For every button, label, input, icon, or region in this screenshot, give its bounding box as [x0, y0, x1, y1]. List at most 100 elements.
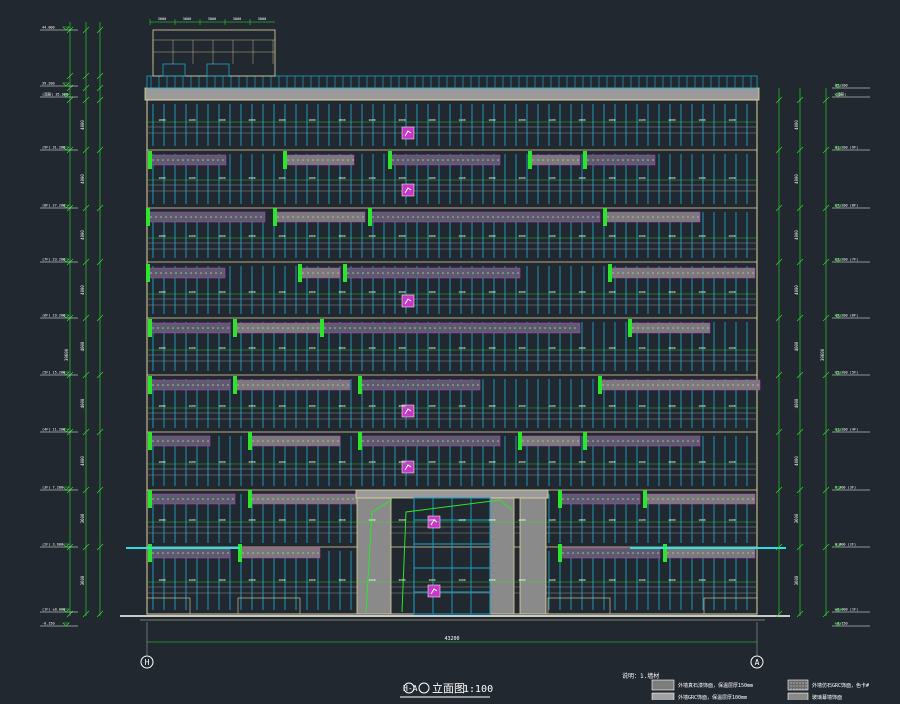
grc-band-dot	[357, 216, 359, 218]
row-dim-text: 1800	[158, 118, 165, 122]
grc-band-dot	[442, 216, 444, 218]
grc-band-dot	[317, 159, 319, 161]
grc-band-dot	[692, 216, 694, 218]
grc-band-dot	[327, 159, 329, 161]
grc-band-dot	[472, 384, 474, 386]
grc-band-dot	[747, 552, 749, 554]
grc-band-dot	[197, 327, 199, 329]
grc-band-dot	[392, 272, 394, 274]
section-marker	[528, 151, 532, 169]
left-elevation-label: 44.000	[42, 26, 55, 30]
section-marker	[298, 264, 302, 282]
grc-band-dot	[329, 327, 331, 329]
legend-dot	[796, 688, 798, 690]
row-dim-text: 1800	[698, 176, 705, 180]
grc-band-dot	[287, 440, 289, 442]
grc-band-dot	[632, 327, 634, 329]
level-triangle-icon	[62, 622, 70, 627]
grc-band-dot	[617, 552, 619, 554]
grc-band-dot	[542, 216, 544, 218]
grc-band-dot	[477, 440, 479, 442]
row-dim-text: 1800	[488, 346, 495, 350]
right-elevation-label: 31.200 (9F)	[835, 146, 858, 150]
row-dim-text: 1800	[488, 118, 495, 122]
grc-band-dot	[342, 216, 344, 218]
grc-band-dot	[152, 159, 154, 161]
title-main: 立面图	[432, 681, 465, 695]
grc-band-dot	[242, 327, 244, 329]
row-dim-text: 1800	[158, 346, 165, 350]
grc-band-dot	[567, 440, 569, 442]
grc-band-dot	[372, 272, 374, 274]
grc-band-dot	[697, 440, 699, 442]
entrance-pier-center	[489, 497, 515, 615]
grc-band-dot	[434, 327, 436, 329]
row-dim-text: 2000	[248, 404, 255, 408]
floor-height-dim: 4000	[794, 398, 799, 408]
grc-band-dot	[467, 440, 469, 442]
grc-band-dot	[212, 159, 214, 161]
grc-band-dot	[302, 272, 304, 274]
grc-band-dot	[742, 384, 744, 386]
grc-band-dot	[222, 552, 224, 554]
grc-band-dot	[327, 216, 329, 218]
grc-band-dot	[472, 440, 474, 442]
grc-band-dot	[297, 552, 299, 554]
row-dim-text: 1600	[188, 346, 195, 350]
grc-band-dot	[677, 272, 679, 274]
row-dim-text: 1800	[158, 460, 165, 464]
row-dim-text: 1600	[458, 118, 465, 122]
row-dim-text: 2000	[248, 518, 255, 522]
roof-penthouse	[152, 29, 276, 77]
grc-band-dot	[572, 159, 574, 161]
grc-band-dot	[157, 327, 159, 329]
row-dim-text: 1600	[638, 176, 645, 180]
grc-band-dot	[160, 272, 162, 274]
row-dim-text: 1600	[368, 346, 375, 350]
grc-band-dot	[572, 440, 574, 442]
row-dim-text: 1800	[428, 518, 435, 522]
grc-band-dot	[462, 440, 464, 442]
ground-bay	[547, 597, 611, 615]
grc-band-dot	[522, 440, 524, 442]
grc-band-dot	[322, 159, 324, 161]
grc-band-dot	[442, 159, 444, 161]
grc-band-dot	[642, 159, 644, 161]
grc-band-dot	[282, 498, 284, 500]
penthouse-door	[162, 63, 186, 77]
grc-band-dot	[422, 272, 424, 274]
grc-band-dot	[432, 384, 434, 386]
drawing-title: H-A 立面图 1:100	[400, 681, 493, 698]
grc-band-dot	[662, 327, 664, 329]
grc-band-dot	[547, 440, 549, 442]
row-dim-text: 1600	[638, 460, 645, 464]
legend-dot	[790, 682, 792, 684]
grc-band-dot	[527, 440, 529, 442]
grc-band-dot	[682, 498, 684, 500]
grc-band-dot	[429, 327, 431, 329]
row-dim-text: 1600	[548, 118, 555, 122]
row-dim-text: 1600	[458, 404, 465, 408]
grc-band-dot	[422, 216, 424, 218]
grc-band-dot	[342, 498, 344, 500]
grc-band-dot	[367, 440, 369, 442]
grc-band-dot	[215, 272, 217, 274]
grc-band-dot	[577, 498, 579, 500]
grc-band-dot	[165, 272, 167, 274]
overall-height-right: 39600	[820, 348, 825, 361]
grc-band-dot	[537, 440, 539, 442]
grc-band-dot	[292, 159, 294, 161]
right-elevation-label: (顶层)	[835, 92, 846, 97]
grc-band-dot	[394, 327, 396, 329]
grc-band-dot	[307, 327, 309, 329]
grc-band-dot	[362, 440, 364, 442]
grc-band-dot	[172, 327, 174, 329]
row-dim-text: 1600	[188, 234, 195, 238]
grc-band-dot	[332, 498, 334, 500]
row-dim-text: 1600	[728, 234, 735, 238]
grc-band-dot	[217, 552, 219, 554]
grc-band-dot	[337, 272, 339, 274]
grc-band-dot	[617, 384, 619, 386]
grc-band-dot	[210, 272, 212, 274]
grc-band-dot	[672, 384, 674, 386]
